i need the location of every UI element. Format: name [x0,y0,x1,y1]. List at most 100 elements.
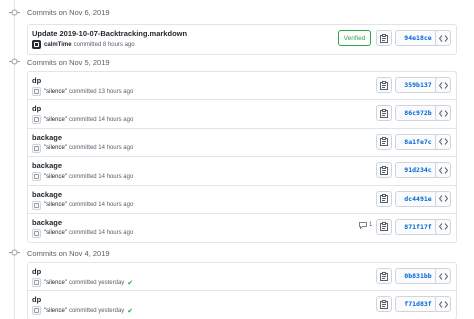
author-link[interactable]: "silence" [44,145,67,151]
browse-repo-button[interactable] [435,190,451,207]
code-icon [438,166,448,174]
avatar[interactable] [32,87,41,96]
commit-list: Update 2019-10-07-Backtracking.markdown … [27,24,457,55]
check-icon[interactable]: ✔ [127,279,133,287]
commit-list: dp "silence" committed yesterday ✔ 0b831… [27,262,457,319]
commit-meta: calmTime committed 8 hours ago [32,40,135,49]
clipboard-icon [380,299,388,309]
commit-message-link[interactable]: backage [32,190,62,199]
author-link[interactable]: "silence" [44,174,67,180]
copy-sha-button[interactable] [376,296,392,313]
commit-time: committed yesterday [68,279,125,286]
code-icon [438,195,448,202]
avatar[interactable] [32,40,41,49]
avatar[interactable] [32,278,41,287]
author-link[interactable]: "silence" [44,89,67,95]
commit-row: dp "silence" committed 14 hours ago 86c9… [28,100,456,129]
browse-repo-button[interactable] [435,77,451,93]
group-title: Commits on Nov 4, 2019 [27,249,110,258]
commit-message-link[interactable]: backage [32,218,62,227]
author-link[interactable]: "silence" [44,280,67,286]
code-icon [438,223,448,231]
comment-icon [359,222,367,229]
clipboard-icon [380,33,388,43]
copy-sha-button[interactable] [376,268,392,284]
commit-row: backage "silence" committed 14 hours ago… [28,214,456,242]
avatar[interactable] [32,228,41,238]
commit-row: Update 2019-10-07-Backtracking.markdown … [28,25,456,55]
commit-meta: "silence" committed yesterday ✔ [32,306,133,316]
copy-sha-button[interactable] [376,105,392,122]
commit-time: committed 14 hours ago [68,173,134,180]
author-link[interactable]: "silence" [44,308,67,314]
commit-row: dp "silence" committed yesterday ✔ f71d8… [28,291,456,319]
copy-sha-button[interactable] [376,218,392,235]
code-icon [438,110,448,117]
verified-badge[interactable]: Verified [338,30,371,46]
comment-count-link[interactable]: 1 [359,222,372,229]
browse-repo-button[interactable] [435,162,451,179]
commit-message-link[interactable]: backage [32,133,62,142]
commit-time: committed 8 hours ago [73,41,135,48]
check-icon[interactable]: ✔ [127,307,133,315]
commit-message-link[interactable]: dp [32,76,41,85]
git-commit-icon [9,58,20,65]
commit-time: committed 14 hours ago [68,116,134,123]
git-commit-icon [9,249,20,256]
commit-row: dp "silence" committed 13 hours ago 359b… [28,72,456,101]
browse-repo-button[interactable] [435,30,451,46]
commit-meta: "silence" committed yesterday ✔ [32,278,133,287]
commit-meta: "silence" committed 14 hours ago [32,228,134,238]
browse-repo-button[interactable] [435,133,451,150]
avatar[interactable] [32,115,41,125]
commit-meta: "silence" committed 14 hours ago [32,200,134,210]
code-icon [438,272,448,280]
commit-time: committed yesterday [68,307,125,314]
browse-repo-button[interactable] [435,105,451,122]
clipboard-icon [380,271,388,281]
commit-message-link[interactable]: backage [32,161,62,170]
commit-row: backage "silence" committed 14 hours ago… [28,186,456,214]
commit-meta: "silence" committed 14 hours ago [32,172,134,182]
clipboard-icon [380,137,388,147]
comment-count: 1 [369,222,373,229]
commit-message-link[interactable]: dp [32,267,41,276]
commit-message-link[interactable]: dp [32,295,41,304]
author-link[interactable]: calmTime [44,42,72,48]
commit-meta: "silence" committed 13 hours ago [32,87,133,96]
copy-sha-button[interactable] [376,162,392,179]
copy-sha-button[interactable] [376,133,392,150]
browse-repo-button[interactable] [435,218,451,235]
avatar[interactable] [32,306,41,316]
browse-repo-button[interactable] [435,268,451,284]
code-icon [438,34,448,42]
code-icon [438,301,448,308]
commit-message-link[interactable]: Update 2019-10-07-Backtracking.markdown [32,29,187,38]
avatar[interactable] [32,200,41,210]
git-commit-icon [9,9,20,16]
commit-meta: "silence" committed 14 hours ago [32,115,134,125]
code-icon [438,138,448,146]
copy-sha-button[interactable] [376,77,392,93]
clipboard-icon [380,194,388,204]
author-link[interactable]: "silence" [44,202,67,208]
clipboard-icon [380,80,388,90]
clipboard-icon [380,165,388,175]
commit-time: committed 14 hours ago [68,145,134,152]
group-title: Commits on Nov 5, 2019 [27,58,110,67]
copy-sha-button[interactable] [376,30,392,46]
timeline-line [14,0,15,319]
author-link[interactable]: "silence" [44,230,67,236]
group-title: Commits on Nov 6, 2019 [27,8,110,17]
author-link[interactable]: "silence" [44,117,67,123]
avatar[interactable] [32,172,41,182]
commit-time: committed 14 hours ago [68,202,134,209]
commit-message-link[interactable]: dp [32,104,41,113]
browse-repo-button[interactable] [435,296,451,313]
copy-sha-button[interactable] [376,190,392,207]
avatar[interactable] [32,143,41,153]
commit-row: backage "silence" committed 14 hours ago… [28,157,456,186]
commit-time: committed 14 hours ago [68,230,134,237]
clipboard-icon [380,222,388,232]
clipboard-icon [380,108,388,118]
